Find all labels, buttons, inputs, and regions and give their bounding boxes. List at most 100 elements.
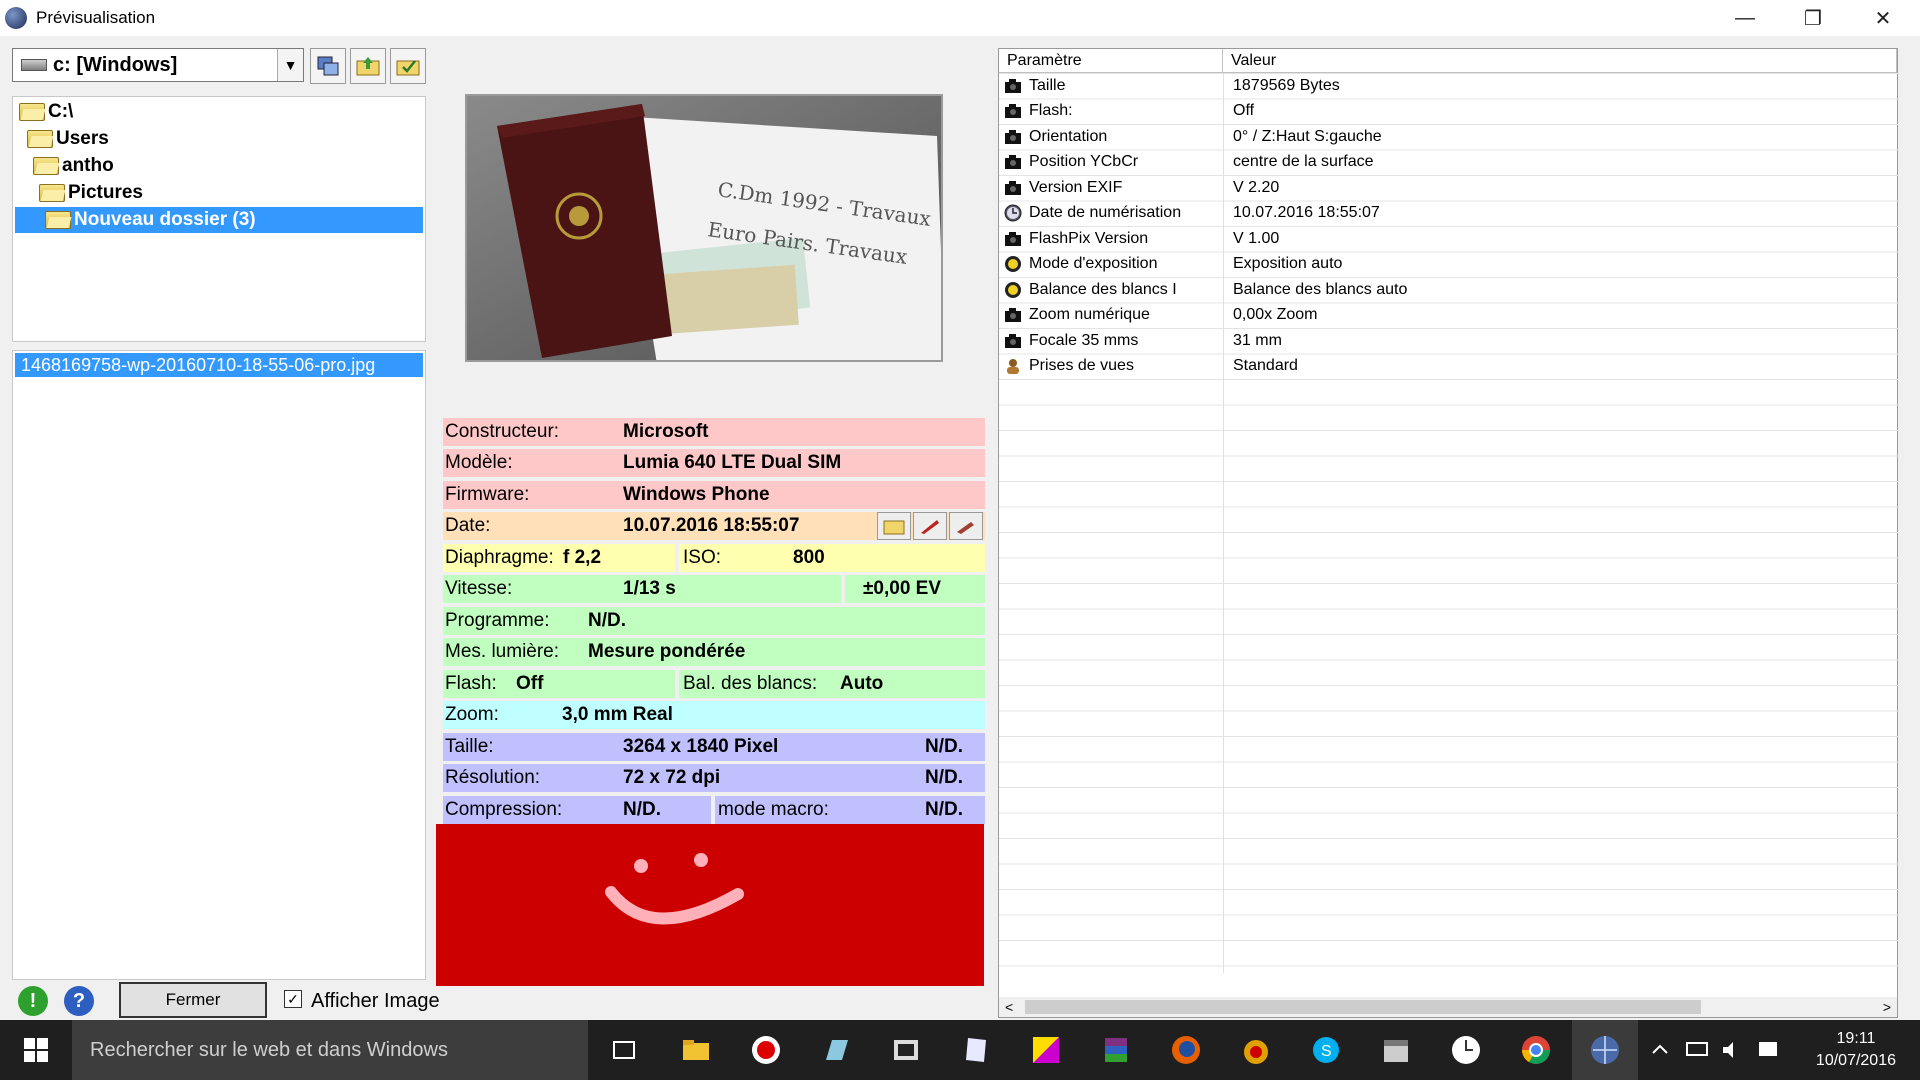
param-name: Taille <box>1029 76 1066 94</box>
list-item[interactable]: Version EXIF V 2.20 <box>999 175 1899 201</box>
param-name: Position YCbCr <box>1029 153 1139 171</box>
network-status-icon[interactable] <box>1684 1038 1710 1062</box>
minimize-button[interactable]: — <box>1710 0 1780 36</box>
list-item[interactable]: Prises de vues Standard <box>999 354 1899 380</box>
exif-value: Windows Phone <box>623 484 770 505</box>
close-button[interactable]: ✕ <box>1848 0 1918 36</box>
exif-parameter-list[interactable]: Paramètre Valeur Taille 1879569 Bytes Fla… <box>998 48 1899 1018</box>
preview-app-globe-icon[interactable] <box>1589 1034 1621 1066</box>
date-folder-button[interactable] <box>877 512 911 540</box>
list-item[interactable]: Position YCbCr centre de la surface <box>999 150 1899 176</box>
camera-icon <box>1005 155 1021 170</box>
app-globe-icon <box>5 7 27 29</box>
camera-icon <box>1005 231 1021 246</box>
close-dialog-button[interactable]: Fermer <box>119 982 267 1018</box>
tree-node-label: Users <box>56 128 109 149</box>
exif-label: Compression: <box>445 799 563 820</box>
tree-node-pictures[interactable]: Pictures <box>39 180 143 206</box>
winrar-icon[interactable] <box>1100 1034 1132 1066</box>
tree-node-nouveau-dossier[interactable]: Nouveau dossier (3) <box>15 207 423 233</box>
param-name: Balance des blancs I <box>1029 280 1177 298</box>
tree-node-root[interactable]: C:\ <box>19 99 73 125</box>
maximize-button[interactable]: ❐ <box>1778 0 1848 36</box>
param-name: Focale 35 mms <box>1029 331 1139 349</box>
start-button[interactable] <box>0 1020 72 1080</box>
exif-value: 1/13 s <box>623 578 676 599</box>
clapper-app-icon[interactable] <box>1380 1034 1412 1066</box>
folder-tree[interactable]: C:\ Users antho Pictures Nouveau dossier… <box>12 96 426 342</box>
date-reset-button[interactable] <box>949 512 983 540</box>
show-image-checkbox[interactable]: ✓ <box>284 990 302 1008</box>
chevron-down-icon[interactable]: ▼ <box>277 49 303 81</box>
param-value: 10.07.2016 18:55:07 <box>1233 204 1380 222</box>
camera-icon <box>1005 308 1021 323</box>
horizontal-scrollbar[interactable]: < > <box>999 997 1897 1017</box>
book-app-icon[interactable] <box>820 1034 852 1066</box>
list-item[interactable]: Flash: Off <box>999 99 1899 125</box>
exif-label: Programme: <box>445 610 550 631</box>
list-item[interactable]: Date de numérisation 10.07.2016 18:55:07 <box>999 201 1899 227</box>
notifications-icon[interactable] <box>1756 1038 1780 1062</box>
skype-icon[interactable]: S <box>1310 1034 1342 1066</box>
exif-value: Lumia 640 LTE Dual SIM <box>623 452 842 473</box>
clock-app-icon[interactable] <box>1450 1034 1482 1066</box>
list-item[interactable]: Balance des blancs I Balance des blancs a… <box>999 277 1899 303</box>
video-editor-icon[interactable] <box>890 1034 922 1066</box>
camera-icon <box>1005 104 1021 119</box>
file-item-selected[interactable]: 1468169758-wp-20160710-18-55-06-pro.jpg <box>15 353 423 377</box>
list-item[interactable]: Taille 1879569 Bytes <box>999 73 1899 99</box>
scroll-right-icon[interactable]: > <box>1883 999 1891 1015</box>
column-header-parameter[interactable]: Paramètre <box>999 49 1223 73</box>
scrollbar-thumb[interactable] <box>1025 1000 1701 1014</box>
record-icon[interactable] <box>750 1034 782 1066</box>
firefox-icon[interactable] <box>1170 1034 1202 1066</box>
file-list[interactable]: 1468169758-wp-20160710-18-55-06-pro.jpg <box>12 350 426 980</box>
param-name: FlashPix Version <box>1029 229 1149 247</box>
help-button[interactable]: ? <box>64 986 94 1016</box>
task-view-icon[interactable] <box>608 1034 640 1066</box>
sun-icon <box>1005 256 1021 273</box>
exif-label: ISO: <box>683 547 722 568</box>
file-explorer-icon[interactable] <box>680 1034 712 1066</box>
camera-icon <box>1005 180 1021 195</box>
info-button[interactable]: ! <box>18 986 48 1016</box>
list-item[interactable]: Mode d'exposition Exposition auto <box>999 252 1899 278</box>
drive-select[interactable]: c: [Windows] ▼ <box>12 48 304 82</box>
list-item[interactable]: Zoom numérique 0,00x Zoom <box>999 303 1899 329</box>
param-name: Date de numérisation <box>1029 204 1182 222</box>
param-value: V 1.00 <box>1233 229 1280 247</box>
color-app-icon[interactable] <box>1030 1034 1062 1066</box>
column-header-value[interactable]: Valeur <box>1223 49 1897 73</box>
network-drive-button[interactable] <box>310 48 346 84</box>
tree-node-users[interactable]: Users <box>27 126 109 152</box>
exif-value: Mesure pondérée <box>588 641 746 662</box>
folder-check-button[interactable] <box>390 48 426 84</box>
folder-up-icon <box>356 57 380 76</box>
info-icon: ! <box>29 989 37 1012</box>
chevron-up-icon[interactable] <box>1648 1038 1672 1062</box>
notes-app-icon[interactable] <box>960 1034 992 1066</box>
tree-node-label: C:\ <box>48 101 74 122</box>
date-edit-button[interactable] <box>913 512 947 540</box>
folder-icon <box>19 103 45 121</box>
list-item[interactable]: FlashPix Version V 1.00 <box>999 226 1899 252</box>
list-item[interactable]: Focale 35 mms 31 mm <box>999 328 1899 354</box>
exif-segment <box>679 544 985 572</box>
folder-icon <box>27 130 53 148</box>
taskbar-clock[interactable]: 19:11 10/07/2016 <box>1816 1028 1896 1072</box>
taskbar-search-input[interactable]: Rechercher sur le web et dans Windows <box>72 1020 588 1080</box>
exif-value: Auto <box>840 673 884 694</box>
exif-label: Mes. lumière: <box>445 641 560 662</box>
tree-node-antho[interactable]: antho <box>33 153 114 179</box>
list-item[interactable]: Orientation 0° / Z:Haut S:gauche <box>999 124 1899 150</box>
param-name: Zoom numérique <box>1029 306 1150 324</box>
person-icon <box>1007 359 1019 375</box>
clock-icon <box>1004 204 1022 222</box>
chrome-icon[interactable] <box>1520 1034 1552 1066</box>
volume-icon[interactable] <box>1720 1038 1744 1062</box>
folder-up-button[interactable] <box>350 48 386 84</box>
exif-value: N/D. <box>623 799 661 820</box>
exif-label: Modèle: <box>445 452 513 473</box>
scroll-left-icon[interactable]: < <box>1005 999 1013 1015</box>
game-app-icon[interactable] <box>1240 1034 1272 1066</box>
